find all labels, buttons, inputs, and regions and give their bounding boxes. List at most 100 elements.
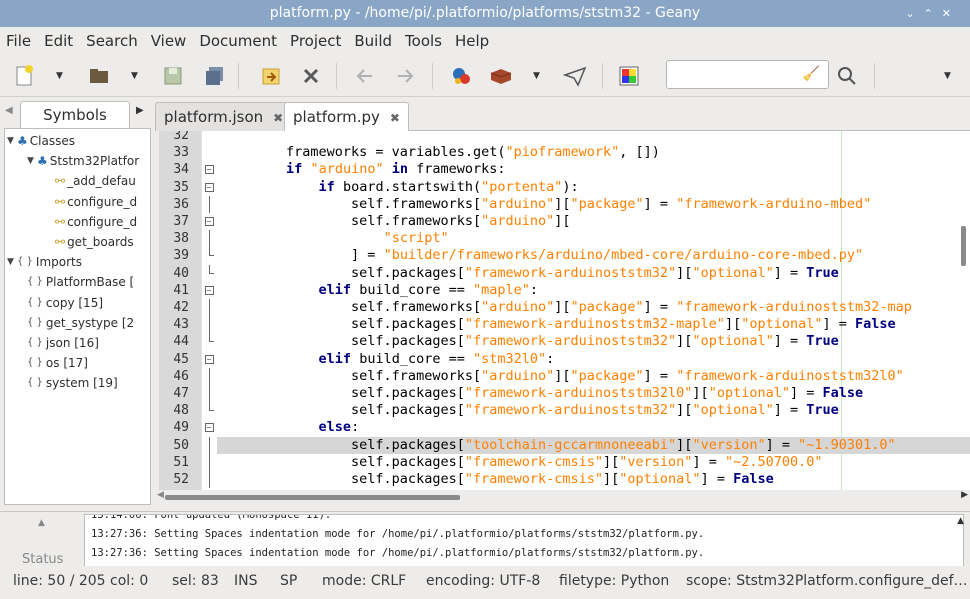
code-line[interactable]: self.packages["framework-cmsis"]["option… [217, 471, 970, 488]
code-line[interactable] [217, 131, 970, 144]
expander-icon[interactable]: ▼ [7, 131, 17, 151]
close-tab-icon[interactable]: ✖ [390, 111, 400, 125]
menu-tools[interactable]: Tools [405, 32, 442, 50]
scroll-left-icon[interactable]: ◀ [157, 490, 164, 500]
new-file-icon[interactable] [11, 63, 37, 89]
code-line[interactable]: ] = "builder/frameworks/arduino/mbed-cor… [217, 247, 970, 264]
tree-item[interactable]: ⚯ configure_d [55, 212, 137, 232]
forward-icon[interactable] [392, 63, 418, 89]
minimize-icon[interactable]: ⌄ [905, 7, 923, 20]
tab-scroll-up-icon[interactable]: ▲ [38, 518, 45, 528]
execute-icon[interactable] [562, 63, 588, 89]
menu-search[interactable]: Search [86, 32, 138, 50]
open-file-dropdown-icon[interactable]: ▼ [131, 71, 138, 81]
toolbar-overflow-icon[interactable]: ▼ [944, 71, 951, 81]
code-line[interactable]: self.packages["framework-arduinoststm32"… [217, 333, 970, 350]
code-line[interactable]: "script" [217, 230, 970, 247]
tree-item-label: Classes [29, 134, 75, 148]
expander-icon[interactable]: ▼ [7, 252, 17, 272]
code-line[interactable]: self.packages["framework-arduinoststm32-… [217, 316, 970, 333]
maximize-icon[interactable]: ⌃ [924, 7, 942, 20]
fold-toggle-icon[interactable]: − [204, 351, 214, 368]
code-token: : [546, 350, 555, 367]
fold-toggle-icon[interactable]: − [204, 213, 214, 230]
code-line[interactable]: if board.startswith("portenta"): [217, 179, 970, 196]
code-line[interactable]: self.packages["framework-cmsis"]["versio… [217, 454, 970, 471]
fold-toggle-icon[interactable]: − [204, 179, 214, 196]
tab-status[interactable]: Status [22, 552, 63, 567]
fold-line [204, 453, 214, 471]
menu-view[interactable]: View [151, 32, 187, 50]
code-line[interactable]: elif build_core == "stm32l0": [217, 351, 970, 368]
menu-help[interactable]: Help [455, 32, 489, 50]
menu-file[interactable]: File [6, 32, 31, 50]
tree-item[interactable]: { } copy [15] [27, 293, 103, 313]
code-line[interactable]: self.frameworks["arduino"]["package"] = … [217, 368, 970, 385]
color-chooser-icon[interactable] [616, 63, 642, 89]
code-line[interactable]: self.packages["framework-arduinoststm32"… [217, 402, 970, 419]
tree-item[interactable]: ▼{ } Imports [7, 252, 82, 272]
save-all-icon[interactable] [202, 63, 228, 89]
save-icon[interactable] [160, 63, 186, 89]
close-icon[interactable]: ✕ [942, 7, 960, 20]
code-line[interactable]: self.packages["framework-arduinoststm32l… [217, 385, 970, 402]
build-dropdown-icon[interactable]: ▼ [533, 71, 540, 81]
revert-icon[interactable] [258, 63, 284, 89]
tree-item-label: system [19] [45, 376, 118, 391]
code-token: "framework-cmsis" [464, 471, 604, 487]
close-file-icon[interactable] [298, 63, 324, 89]
expander-icon[interactable]: ▼ [27, 151, 37, 171]
code-token: self.packages[ [221, 402, 465, 419]
back-icon[interactable] [352, 63, 378, 89]
code-editor[interactable]: 32 33 frameworks = variables.get("piofram… [159, 131, 970, 490]
code-line[interactable]: elif build_core == "maple": [217, 282, 970, 299]
tab-symbols[interactable]: Symbols [20, 101, 130, 129]
tree-item[interactable]: { } system [19] [27, 373, 118, 393]
tree-item[interactable]: { } get_systype [2 [27, 313, 134, 333]
tree-item[interactable]: { } os [17] [27, 353, 88, 373]
close-tab-icon[interactable]: ✖ [273, 111, 283, 125]
fold-line [204, 299, 214, 317]
build-icon[interactable] [488, 63, 514, 89]
code-line[interactable]: else: [217, 419, 970, 436]
tree-item[interactable]: { } PlatformBase [ [27, 272, 134, 292]
fold-toggle-icon[interactable]: − [204, 161, 214, 178]
message-log[interactable]: 13:14:06: Font updated (Monospace 11). 13… [84, 514, 964, 567]
menu-edit[interactable]: Edit [44, 32, 73, 50]
search-input[interactable]: 🧹 [666, 60, 829, 89]
scroll-right-icon[interactable]: ▶ [961, 490, 968, 500]
clear-icon[interactable]: 🧹 [803, 66, 820, 82]
menu-project[interactable]: Project [290, 32, 341, 50]
tree-item[interactable]: ⚯ configure_d [55, 192, 137, 212]
new-file-dropdown-icon[interactable]: ▼ [56, 71, 63, 81]
log-scroll-up-icon[interactable]: ▲ [957, 516, 964, 526]
code-token: self.packages[ [221, 471, 465, 487]
tree-item[interactable]: ⚯ _add_defau [55, 171, 136, 191]
tree-item[interactable]: ▼ ♣ Classes [7, 131, 75, 151]
code-line[interactable]: self.packages["framework-arduinoststm32"… [217, 265, 970, 282]
fold-toggle-icon[interactable]: − [204, 282, 214, 299]
horizontal-scrollbar[interactable]: ◀ ▶ [157, 490, 970, 504]
tree-item[interactable]: ▼ ♣ Ststm32Platfor [27, 151, 139, 171]
tab-platform-json[interactable]: platform.json ✖ [155, 102, 293, 131]
compile-icon[interactable] [448, 63, 474, 89]
code-line[interactable]: self.frameworks["arduino"]["package"] = … [217, 196, 970, 213]
code-line[interactable]: self.frameworks["arduino"][ [217, 213, 970, 230]
tab-platform-py[interactable]: platform.py ✖ [284, 102, 409, 131]
fold-toggle-icon[interactable]: − [204, 419, 214, 436]
code-line[interactable]: self.frameworks["arduino"]["package"] = … [217, 299, 970, 316]
code-line[interactable]: if "arduino" in frameworks: [217, 161, 970, 178]
code-line[interactable]: self.packages["toolchain-gccarmnoneeabi"… [217, 436, 970, 454]
menu-build[interactable]: Build [354, 32, 392, 50]
tree-item[interactable]: { } json [16] [27, 333, 99, 353]
code-line[interactable]: frameworks = variables.get("pioframework… [217, 144, 970, 161]
search-icon[interactable] [834, 63, 860, 89]
tab-scroll-right-icon[interactable]: ▶ [136, 105, 144, 116]
horizontal-scroll-thumb[interactable] [165, 495, 460, 500]
tree-item[interactable]: ⚯ get_boards [55, 232, 134, 252]
tab-scroll-left-icon[interactable]: ◀ [5, 105, 13, 116]
menu-document[interactable]: Document [199, 32, 277, 50]
open-file-icon[interactable] [86, 63, 112, 89]
code-token: self.frameworks[ [221, 195, 482, 212]
tree-item-label: copy [15] [45, 295, 104, 310]
